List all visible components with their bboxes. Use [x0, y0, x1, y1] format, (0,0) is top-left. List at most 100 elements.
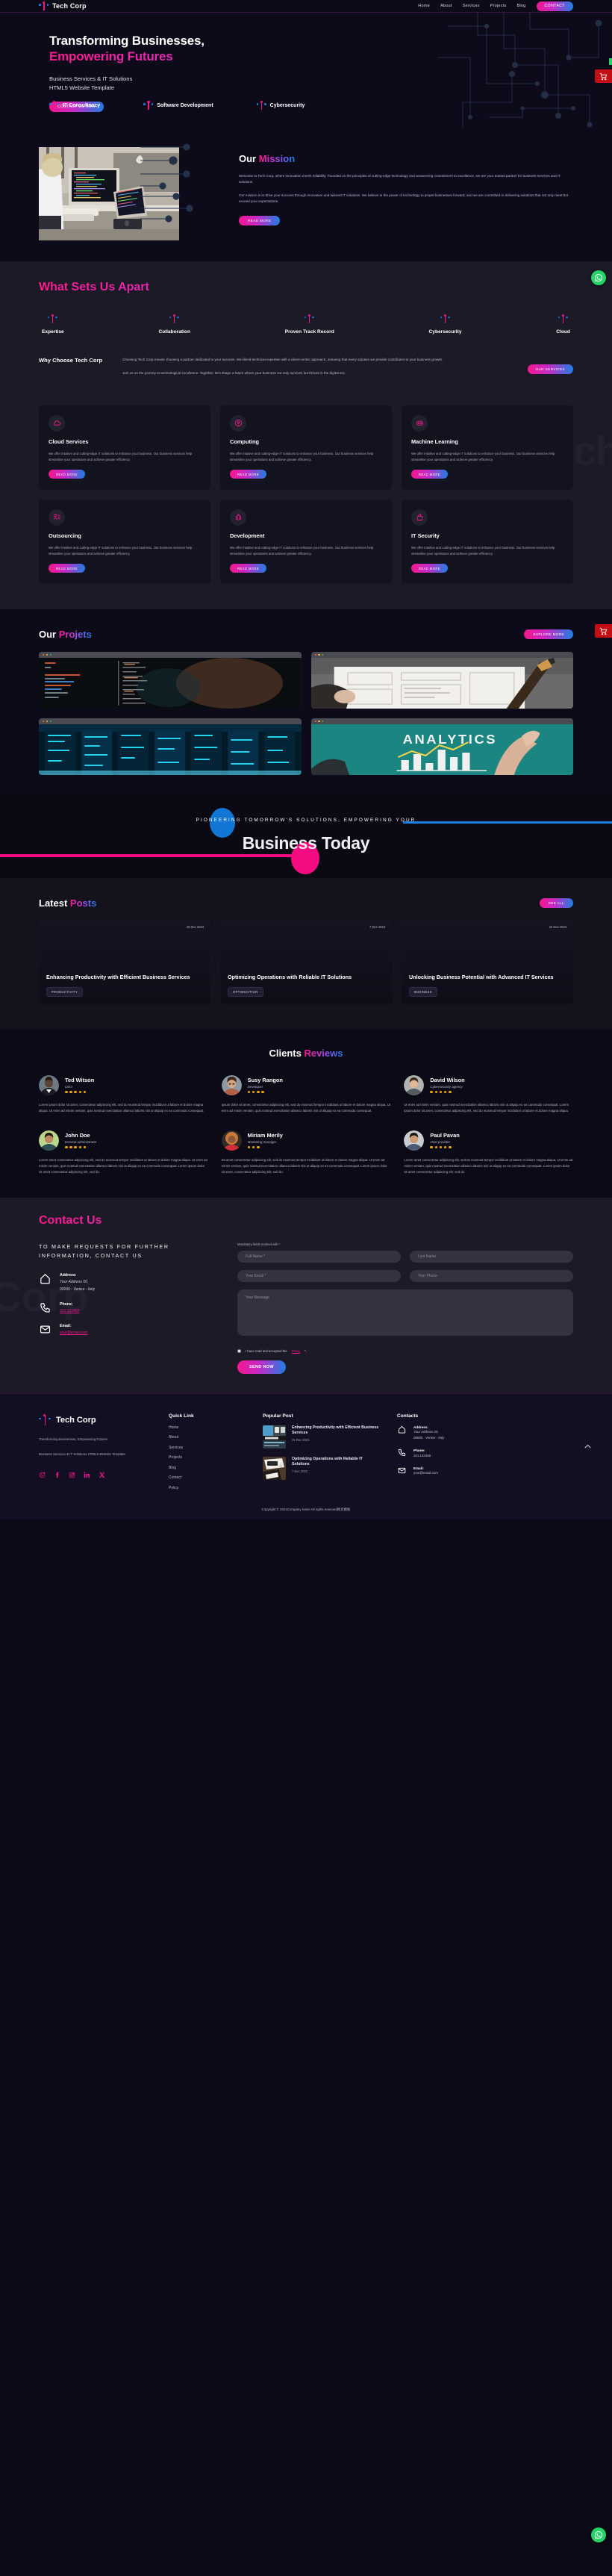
footer-social-links [39, 1469, 152, 1482]
phone-input[interactable] [410, 1269, 573, 1282]
our-services-button[interactable]: OUR SERVICES [527, 364, 573, 374]
banner-headline: Business Today [242, 833, 370, 853]
footer-link-home[interactable]: Home [169, 1425, 246, 1430]
mission-read-more-button[interactable]: READ MORE [239, 215, 281, 225]
phone-value[interactable]: 321 123456 [60, 1308, 79, 1314]
instagram-icon[interactable] [69, 1469, 75, 1482]
service-card-title: Development [230, 532, 265, 539]
email-input[interactable] [237, 1269, 401, 1282]
service-read-more-button[interactable]: READ MORE [411, 470, 448, 479]
email-value[interactable]: your@email.com [60, 1330, 88, 1336]
x-icon[interactable] [99, 1469, 105, 1482]
footer-email-label: Email: [413, 1466, 424, 1470]
footer: Tech Corp Transforming Businesses, Empow… [0, 1393, 612, 1520]
service-card-machine-learning[interactable]: Machine Learning We offer intuitive and … [402, 405, 573, 490]
policy-link[interactable]: Policy [292, 1349, 300, 1353]
posts-grid: 25 Dec 2023 Enhancing Productivity with … [39, 919, 573, 1004]
service-card-development[interactable]: Development We offer intuitive and cutti… [220, 499, 392, 584]
top-navigation-bar: Tech Corp Home About Services Projects B… [0, 0, 612, 13]
cart-button-middle[interactable] [595, 624, 612, 638]
service-card-computing[interactable]: Computing We offer intuitive and cutting… [220, 405, 392, 490]
review-author-name: Ted Witson [65, 1077, 95, 1084]
policy-checkbox[interactable] [237, 1348, 241, 1353]
footer-brand-block: Tech Corp Transforming Businesses, Empow… [39, 1413, 152, 1496]
project-thumbnail [39, 657, 302, 709]
post-card[interactable]: 25 Dec 2023 Enhancing Productivity with … [39, 919, 210, 1004]
footer-link-services[interactable]: Services [169, 1446, 246, 1450]
post-tag[interactable]: PRODUCTIVITY [46, 986, 84, 997]
see-all-posts-button[interactable]: SEE ALL [539, 897, 573, 908]
bullet-mark-icon [304, 314, 315, 324]
service-card-it-security[interactable]: IT Security We offer intuitive and cutti… [402, 499, 573, 584]
project-card-analytics-chalkboard[interactable]: ANALYTICS [310, 718, 573, 775]
brand-logo[interactable]: Tech Corp [39, 1, 87, 11]
window-titlebar [310, 651, 573, 658]
project-card-wireframe-sketch[interactable] [310, 651, 573, 709]
service-card-cloud-services[interactable]: Cloud Services We offer intuitive and cu… [39, 405, 210, 490]
avatar [221, 1130, 242, 1151]
back-to-top-button[interactable] [583, 1442, 593, 1455]
why-choose-paragraph-2: Join us on the journey to technological … [122, 371, 346, 376]
cart-button-top[interactable] [595, 69, 612, 83]
project-card-server-room[interactable] [39, 718, 302, 775]
bullet-mark-icon [143, 100, 154, 111]
home-icon [397, 1425, 407, 1434]
popular-post-item[interactable]: Enhancing Productivity with Efficient Bu… [263, 1425, 381, 1449]
project-thumbnail [39, 724, 302, 775]
nav-link-blog[interactable]: Blog [517, 4, 526, 8]
footer-link-blog[interactable]: Blog [169, 1466, 246, 1470]
contact-form: Mandatory fields marked with * I have re… [225, 1242, 573, 1374]
post-tag[interactable]: BUSINESS [409, 986, 437, 997]
nav-contact-button[interactable]: CONTACT [536, 1, 573, 11]
post-tag[interactable]: OPTIMIZATION [228, 986, 263, 997]
service-read-more-button[interactable]: READ MORE [230, 470, 266, 479]
service-card-body: We offer intuitive and cutting-edge IT s… [411, 451, 555, 461]
avatar [221, 1074, 242, 1095]
explore-more-button[interactable]: EXPLORE MORE [524, 629, 573, 639]
post-card[interactable]: 23 Nov 2023 Unlocking Business Potential… [402, 919, 573, 1004]
footer-logo[interactable]: Tech Corp [39, 1413, 152, 1427]
send-now-button[interactable]: SEND NOW [237, 1360, 286, 1374]
linkedin-icon[interactable] [84, 1469, 90, 1482]
footer-tagline-1: Transforming Businesses, Empowering Futu… [39, 1437, 108, 1441]
whatsapp-icon[interactable] [39, 1469, 46, 1482]
facebook-icon[interactable] [54, 1469, 60, 1482]
nav-link-home[interactable]: Home [418, 4, 430, 8]
service-read-more-button[interactable]: READ MORE [411, 564, 448, 573]
footer-link-contact[interactable]: Contact [169, 1475, 246, 1480]
nav-link-projects[interactable]: Projects [490, 4, 507, 8]
first-name-input[interactable] [237, 1250, 401, 1263]
hero-feature-cybersecurity: Cybersecurity [256, 100, 305, 111]
service-read-more-button[interactable]: READ MORE [49, 564, 85, 573]
review-text: Sit amet consectetur adipiscing elit, se… [221, 1157, 387, 1174]
policy-consent-row[interactable]: I have read and accepted the Policy *. [237, 1348, 573, 1353]
service-card-row-2: Outsourcing We offer intuitive and cutti… [39, 499, 573, 584]
nav-link-about[interactable]: About [440, 4, 452, 8]
message-textarea[interactable] [237, 1289, 573, 1336]
footer-link-policy[interactable]: Policy [169, 1486, 246, 1490]
hero-subtitle-line1: Business Services & IT Solutions [49, 75, 133, 83]
project-card-code-editor[interactable] [39, 651, 302, 709]
bullet-mark-icon [256, 100, 267, 111]
service-card-body: We offer intuitive and cutting-edge IT s… [230, 451, 374, 461]
apart-item-label: Collaboration [158, 329, 190, 335]
popular-post-date: 25 Dec 2023 [292, 1437, 310, 1442]
post-card[interactable]: 7 Dec 2023 Optimizing Operations with Re… [220, 919, 392, 1004]
last-name-input[interactable] [410, 1250, 573, 1263]
whatsapp-float-button-top[interactable] [591, 270, 606, 285]
service-card-outsourcing[interactable]: Outsourcing We offer intuitive and cutti… [39, 499, 210, 584]
service-read-more-button[interactable]: READ MORE [49, 470, 85, 479]
nav-link-services[interactable]: Services [463, 4, 480, 8]
footer-phone-value[interactable]: 321 123456 [413, 1454, 431, 1459]
footer-link-projects[interactable]: Projects [169, 1455, 246, 1460]
whatsapp-float-button-bottom[interactable] [591, 2527, 606, 2542]
side-green-tab[interactable] [609, 58, 612, 65]
footer-email-value[interactable]: your@email.com [413, 1471, 438, 1476]
service-read-more-button[interactable]: READ MORE [230, 564, 266, 573]
popular-post-item[interactable]: Optimizing Operations with Reliable IT S… [263, 1456, 381, 1480]
mission-title-white: Our [239, 153, 257, 164]
review-author-name: Susy Rangon [247, 1077, 283, 1084]
footer-link-about[interactable]: About [169, 1435, 246, 1440]
footer-popular-posts: Popular Post Enhancing Productivity with… [263, 1413, 381, 1496]
why-choose-paragraph-1: Choosing Tech Corp means choosing a part… [122, 358, 443, 361]
